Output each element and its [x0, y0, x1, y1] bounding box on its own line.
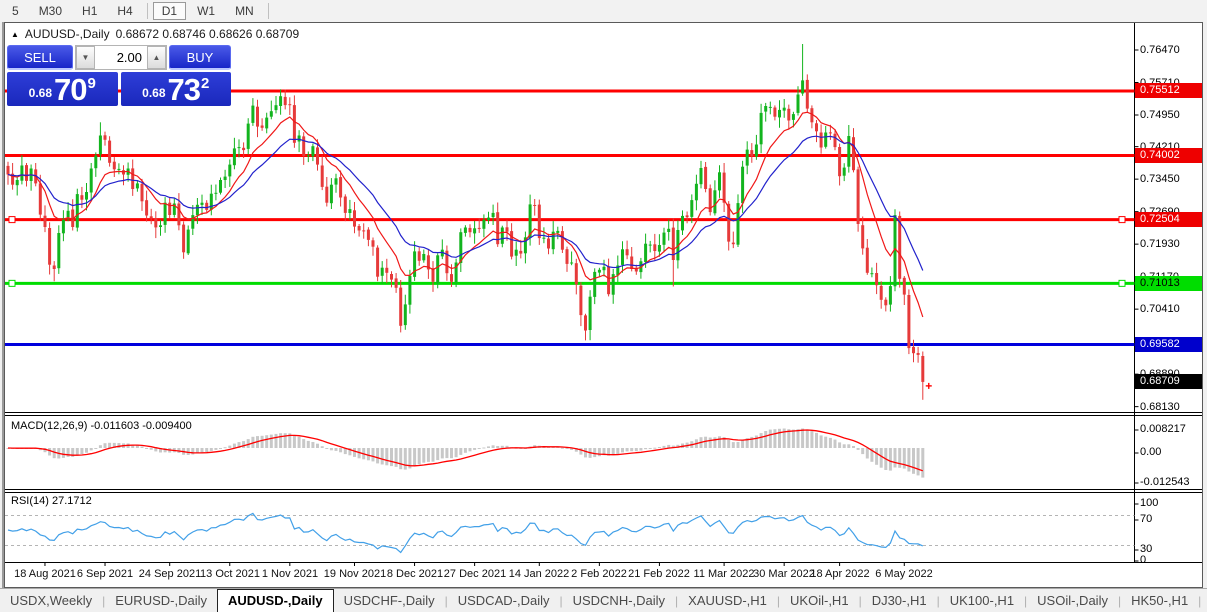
buy-price-main: 73	[167, 72, 201, 107]
price-badge-0.71013: 0.71013	[1135, 276, 1202, 291]
tab-eurusd-daily[interactable]: EURUSD-,Daily	[105, 590, 217, 612]
timeframe-button-m30[interactable]: M30	[30, 2, 71, 20]
tab-usdcad-daily[interactable]: USDCAD-,Daily	[448, 590, 560, 612]
sell-price-display[interactable]: 0.68 70 9	[7, 72, 118, 106]
last-price-marker	[925, 382, 932, 389]
price-badge-0.72504: 0.72504	[1135, 212, 1202, 227]
toolbar-separator	[146, 3, 148, 19]
volume-decrease-button[interactable]: ▼	[76, 46, 95, 69]
date-label: 8 Dec 2021	[386, 568, 444, 580]
chart-title: ▲ AUDUSD-,Daily 0.68672 0.68746 0.68626 …	[11, 27, 299, 41]
buy-price-display[interactable]: 0.68 73 2	[120, 72, 231, 107]
line-handle[interactable]	[1118, 279, 1126, 287]
date-label: 6 May 2022	[875, 568, 933, 580]
price-tick-label: 0.74950	[1140, 109, 1180, 121]
rsi-tick-label: 0	[1140, 554, 1147, 566]
tab-eu[interactable]: EU	[1201, 590, 1207, 612]
line-handle[interactable]	[1118, 216, 1126, 224]
one-click-trade-panel: SELL ▼ ▲ BUY 0.68 70 9 0.68 73 2	[7, 45, 231, 106]
buy-price-pip: 2	[201, 75, 210, 92]
tab-usoil-daily[interactable]: USOil-,Daily	[1027, 590, 1118, 612]
rsi-indicator-label: RSI(14) 27.1712	[11, 495, 92, 507]
chart-symbol-label: AUDUSD-,Daily	[24, 27, 110, 41]
timeframe-button-h1[interactable]: H1	[73, 2, 106, 20]
date-label: 6 Sep 2021	[76, 568, 134, 580]
toolbar-separator	[267, 3, 269, 19]
rsi-line	[7, 512, 924, 554]
sell-price-pip: 9	[87, 75, 96, 92]
date-label: 21 Feb 2022	[628, 568, 690, 580]
date-label: 18 Aug 2021	[14, 568, 76, 580]
tab-usdx-weekly[interactable]: USDX,Weekly	[0, 590, 102, 612]
tab-hk50-h1[interactable]: HK50-,H1	[1121, 590, 1198, 612]
line-handle[interactable]	[8, 279, 16, 287]
volume-stepper: ▼ ▲	[75, 45, 167, 70]
macd-histogram	[6, 428, 925, 478]
date-label: 18 Apr 2022	[810, 568, 870, 580]
volume-increase-button[interactable]: ▲	[147, 46, 166, 69]
sell-price-prefix: 0.68	[28, 86, 53, 100]
line-handle[interactable]	[8, 216, 16, 224]
timeframe-button-h4[interactable]: H4	[108, 2, 141, 20]
tab-uk100-h1[interactable]: UK100-,H1	[940, 590, 1024, 612]
date-label: 14 Jan 2022	[508, 568, 570, 580]
chart-expand-icon[interactable]: ▲	[11, 30, 19, 39]
date-label: 19 Nov 2021	[323, 568, 387, 580]
date-label: 24 Sep 2021	[138, 568, 202, 580]
date-label: 1 Nov 2021	[261, 568, 319, 580]
tab-usdcnh-daily[interactable]: USDCNH-,Daily	[563, 590, 675, 612]
price-badge-0.68709: 0.68709	[1135, 374, 1202, 389]
chart-ohlc-values: 0.68672 0.68746 0.68626 0.68709	[115, 27, 300, 41]
axis-ticks	[44, 49, 1139, 566]
timeframe-button-d1[interactable]: D1	[152, 2, 187, 20]
macd-tick-label: 0.008217	[1140, 423, 1186, 435]
macd-indicator-label: MACD(12,26,9) -0.011603 -0.009400	[11, 420, 192, 432]
chart-window: ▲ AUDUSD-,Daily 0.68672 0.68746 0.68626 …	[4, 22, 1203, 588]
tab-ukoil-h1[interactable]: UKOil-,H1	[780, 590, 859, 612]
timeframe-button-mn[interactable]: MN	[226, 2, 263, 20]
price-tick-label: 0.76470	[1140, 44, 1180, 56]
tab-xauusd-h1[interactable]: XAUUSD-,H1	[678, 590, 777, 612]
price-tick-label: 0.70410	[1140, 303, 1180, 315]
tab-dj30-h1[interactable]: DJ30-,H1	[862, 590, 937, 612]
sell-button[interactable]: SELL	[7, 45, 73, 70]
sell-price-main: 70	[54, 72, 87, 107]
rsi-level-lines	[5, 515, 1135, 546]
price-tick-label: 0.68130	[1140, 401, 1180, 413]
price-tick-label: 0.73450	[1140, 173, 1180, 185]
volume-input[interactable]	[95, 46, 147, 69]
rsi-tick-label: 100	[1140, 497, 1159, 509]
price-badge-0.75512: 0.75512	[1135, 83, 1202, 98]
rsi-tick-label: 70	[1140, 513, 1153, 525]
date-label: 27 Dec 2021	[443, 568, 507, 580]
horizontal-lines	[5, 89, 1135, 347]
price-badge-0.74002: 0.74002	[1135, 148, 1202, 163]
buy-button[interactable]: BUY	[169, 45, 231, 70]
price-tick-label: 0.71930	[1140, 238, 1180, 250]
timeframe-button-5[interactable]: 5	[3, 2, 28, 20]
date-label: 2 Feb 2022	[571, 568, 627, 580]
tab-audusd-daily[interactable]: AUDUSD-,Daily	[216, 589, 334, 612]
chart-canvas[interactable]	[5, 23, 1202, 587]
price-badge-0.69582: 0.69582	[1135, 337, 1202, 352]
date-label: 30 Mar 2022	[753, 568, 815, 580]
timeframe-button-w1[interactable]: W1	[188, 2, 224, 20]
date-label: 11 Mar 2022	[693, 568, 755, 580]
chart-tab-bar: USDX,Weekly | EURUSD-,Daily AUDUSD-,Daily US…	[0, 588, 1207, 612]
buy-price-prefix: 0.68	[142, 86, 166, 100]
tab-usdchf-daily[interactable]: USDCHF-,Daily	[334, 590, 445, 612]
macd-tick-label: -0.012543	[1140, 476, 1190, 488]
date-label: 13 Oct 2021	[200, 568, 260, 580]
timeframe-toolbar: 5 M30 H1 H4 D1 W1 MN	[0, 0, 1207, 22]
macd-tick-label: 0.00	[1140, 446, 1162, 458]
